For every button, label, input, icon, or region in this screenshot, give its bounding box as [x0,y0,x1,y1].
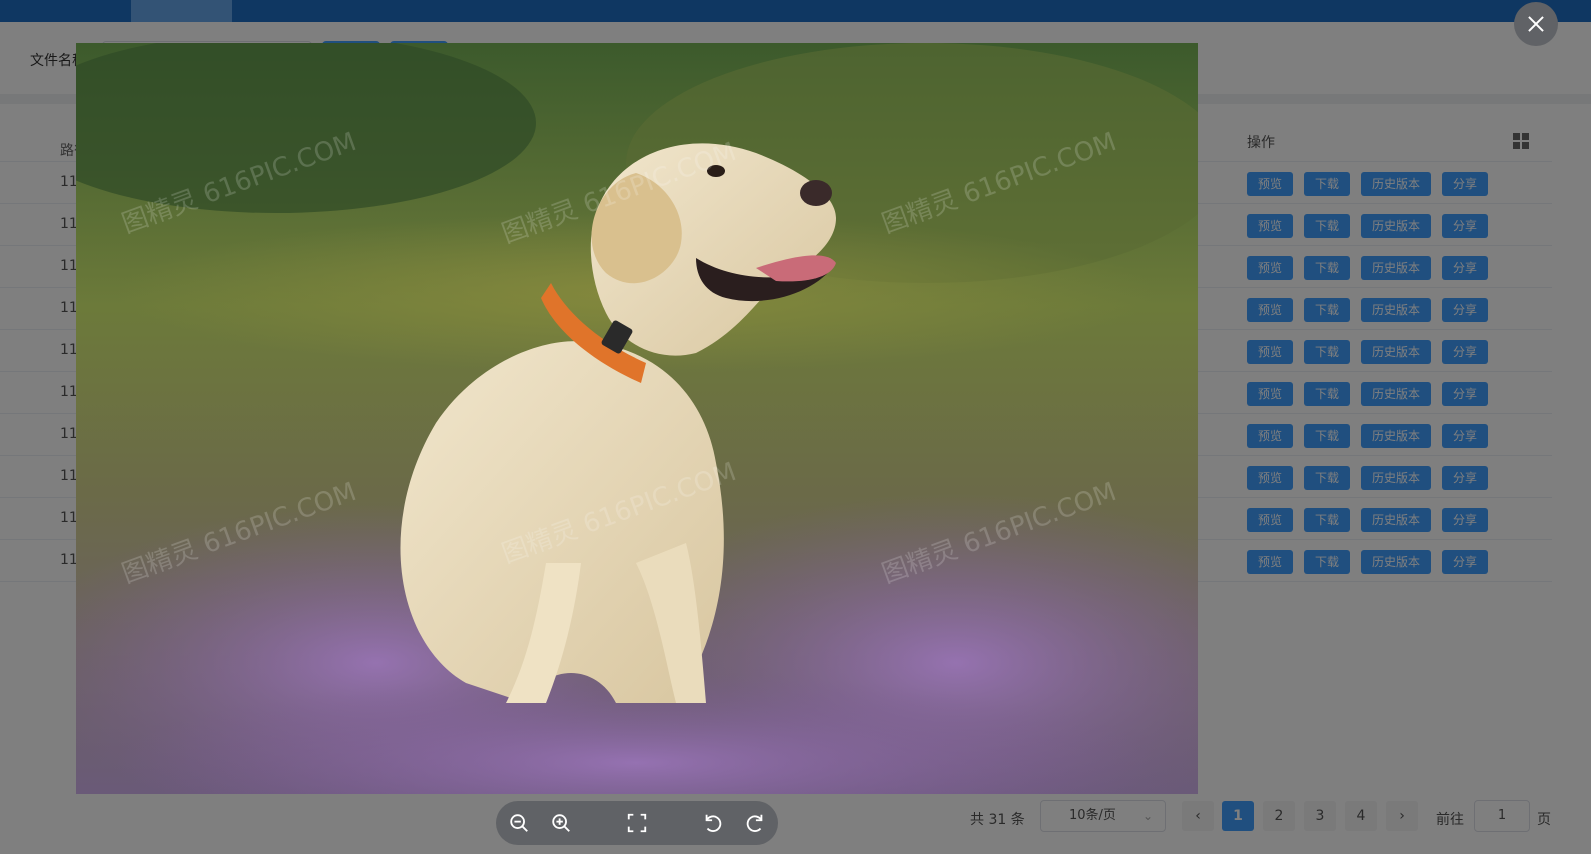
dog-photo: 图精灵 616PIC.COM 图精灵 616PIC.COM 图精灵 616PIC… [76,43,1198,794]
close-viewer-button[interactable] [1514,2,1558,46]
rotate-right-icon[interactable] [743,811,767,835]
preview-image[interactable]: 图精灵 616PIC.COM 图精灵 616PIC.COM 图精灵 616PIC… [76,43,1198,794]
fit-screen-icon[interactable] [625,811,649,835]
zoom-out-icon[interactable] [507,811,531,835]
rotate-left-icon[interactable] [701,811,725,835]
zoom-in-icon[interactable] [549,811,573,835]
image-viewer-toolbar [496,801,778,845]
